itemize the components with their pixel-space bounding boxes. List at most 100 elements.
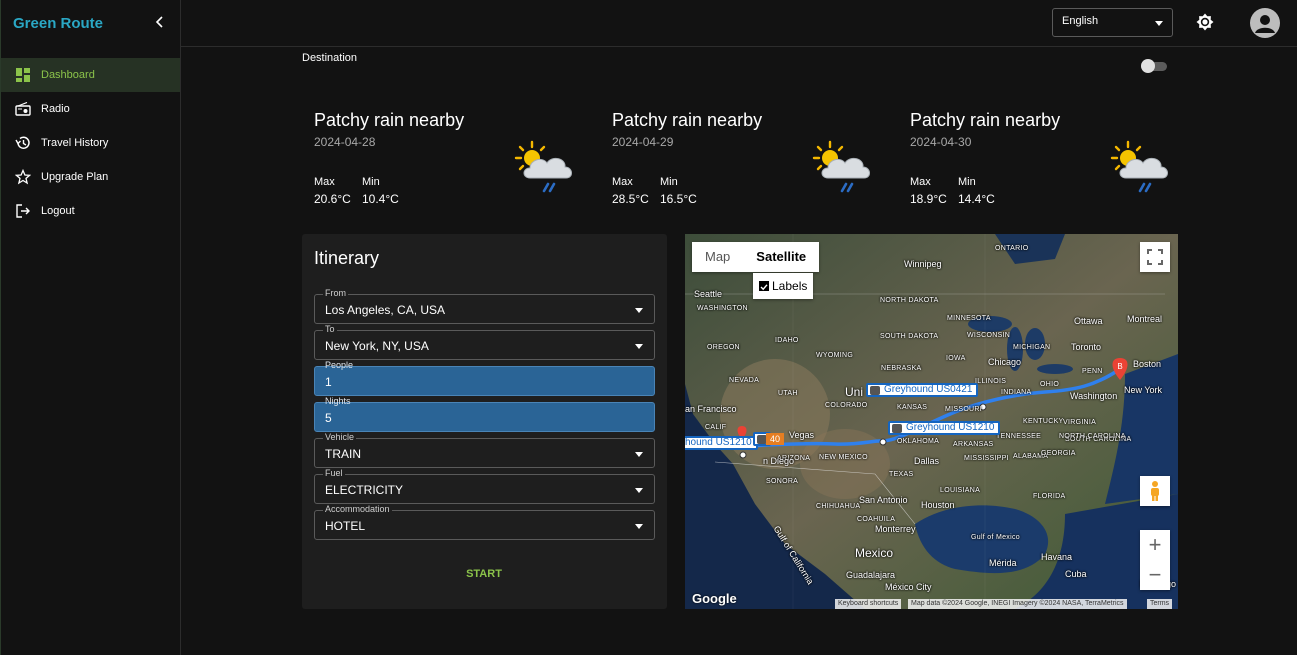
map-place-label: LOUISIANA [940,487,981,494]
language-select[interactable]: English [1052,8,1173,37]
map-place-label: NEW MEXICO [819,454,868,461]
map-place-label: WISCONSIN [967,332,1011,339]
weather-labels: Max Min [314,176,380,188]
route-label[interactable]: hound US1210 [685,436,758,450]
map-place-label: IDAHO [775,337,799,344]
accommodation-select[interactable]: Accommodation HOTEL [314,504,655,540]
avatar[interactable] [1250,8,1280,38]
field-value: 1 [325,375,332,389]
map-place-label: Uni [845,385,864,399]
vehicle-select[interactable]: Vehicle TRAIN [314,432,655,468]
map-place-label: IOWA [946,355,966,362]
zoom-in-button[interactable]: + [1140,530,1170,560]
map-place-label: TENNESSEE [996,433,1042,440]
caret-down-icon [1155,21,1163,26]
keyboard-shortcuts-link[interactable]: Keyboard shortcuts [835,599,902,609]
tab-map[interactable]: Map [692,242,743,272]
map-place-label: FLORIDA [1033,493,1066,500]
to-select[interactable]: To New York, NY, USA [314,324,655,360]
field-value: 5 [325,411,332,425]
min-label: Min [660,176,678,188]
field-label: Vehicle [323,432,357,443]
map-place-label: SONORA [766,478,799,485]
caret-down-icon [635,524,643,529]
itinerary-title: Itinerary [314,248,380,268]
weather-condition: Patchy rain nearby [910,110,1061,130]
field-label: From [323,288,348,299]
weather-condition: Patchy rain nearby [612,110,763,130]
labels-checkbox[interactable]: Labels [753,273,814,299]
map-place-label: KENTUCKY [1023,418,1064,425]
weather-condition: Patchy rain nearby [314,110,465,130]
map-place-label: CHIHUAHUA [816,503,861,510]
map-place-label: Dallas [914,456,940,466]
tab-satellite[interactable]: Satellite [743,242,819,272]
map-place-label: MISSISSIPPI [964,455,1009,462]
terms-link[interactable]: Terms [1147,599,1173,609]
map-place-label: Monterrey [875,524,916,534]
start-button[interactable]: START [452,568,516,584]
map-place-label: Vegas [789,430,815,440]
rain-cloud-icon [1110,138,1172,198]
max-temp: 20.6°C [314,192,351,206]
map-place-label: Chicago [988,357,1022,367]
sidebar-item-upgrade-plan[interactable]: Upgrade Plan [1,160,180,194]
map-place-label: OREGON [707,344,740,351]
chevron-left-icon[interactable] [152,14,168,30]
destination-toggle[interactable] [1140,59,1170,73]
map-place-label: MINNESOTA [947,315,991,322]
history-icon [14,135,31,152]
map-place-label: Toronto [1071,342,1102,352]
weather-labels: Max Min [910,176,976,188]
from-select[interactable]: From Los Angeles, CA, USA [314,288,655,324]
weather-day-1: Patchy rain nearby 2024-04-28 Max Min 20.… [314,110,589,210]
map-place-label: México City [885,582,932,592]
sidebar-item-radio[interactable]: Radio [1,92,180,126]
weather-day-2: Patchy rain nearby 2024-04-29 Max Min 28.… [612,110,887,210]
people-input[interactable]: People 1 [314,360,655,396]
zoom-out-button[interactable]: − [1140,560,1170,590]
map-place-label: MISSOURI [945,406,983,413]
sidebar: Green Route Dashboard Radio Travel Histo… [0,0,181,655]
map-place-label: COAHUILA [857,516,896,523]
field-value: HOTEL [325,519,366,533]
max-label: Max [612,176,633,188]
route-label-text: Greyhound US1210 [906,422,995,433]
max-label: Max [314,176,335,188]
map-place-label: Mexico [855,546,894,560]
route-label[interactable]: Greyhound US1210 [888,421,1001,435]
field-label: Nights [325,396,351,406]
street-view-pegman-icon[interactable] [1140,476,1170,506]
map-place-label: CALIF [705,424,727,431]
map-place-label: NEBRASKA [881,365,922,372]
weather-day-3: Patchy rain nearby 2024-04-30 Max Min 18.… [910,110,1185,210]
nights-input[interactable]: Nights 5 [314,396,655,432]
fuel-select[interactable]: Fuel ELECTRICITY [314,468,655,504]
map-place-label: an Francisco [685,404,737,414]
route-label[interactable]: Greyhound US0421 [866,383,979,397]
map-place-label: San Antonio [859,495,908,505]
dashboard-icon [14,67,31,84]
sidebar-item-travel-history[interactable]: Travel History [1,126,180,160]
map-place-label: WYOMING [816,352,854,359]
rain-cloud-icon [812,138,874,198]
field-value: ELECTRICITY [325,483,404,497]
brightness-icon[interactable] [1195,12,1215,32]
map-place-label: SOUTH DAKOTA [880,333,939,340]
map-place-label: GEORGIA [1041,450,1076,457]
star-icon [14,169,31,186]
rain-cloud-icon [514,138,576,198]
max-temp: 18.9°C [910,192,947,206]
max-temp: 28.5°C [612,192,649,206]
sidebar-item-label: Upgrade Plan [41,171,109,183]
map-place-label: Boston [1133,359,1162,369]
route-map[interactable]: B ONTARIO Winnipeg Seattle WASHINGTON NO… [685,234,1178,609]
svg-text:B: B [1117,362,1122,371]
map-place-label: Gulf of Mexico [971,534,1020,541]
map-place-label: n Diego [763,456,795,466]
sidebar-item-dashboard[interactable]: Dashboard [1,58,180,92]
map-place-label: Houston [921,500,955,510]
field-value: New York, NY, USA [325,339,429,353]
fullscreen-icon[interactable] [1140,242,1170,272]
sidebar-item-logout[interactable]: Logout [1,194,180,228]
